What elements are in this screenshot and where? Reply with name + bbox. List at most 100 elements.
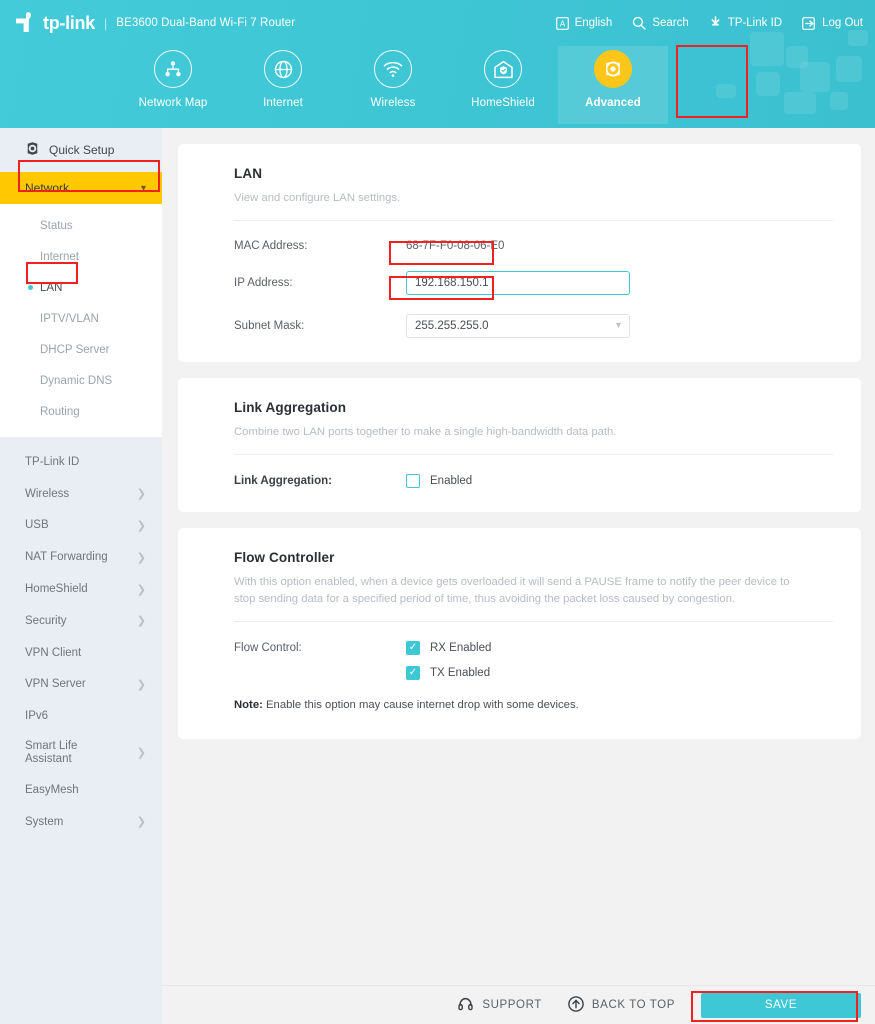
search-button[interactable]: Search <box>632 16 689 30</box>
chevron-right-icon: ❯ <box>136 551 146 564</box>
sidebar-item-dynamic-dns[interactable]: Dynamic DNS <box>0 365 162 396</box>
sidebar-item-dynamic-dns-label: Dynamic DNS <box>40 374 113 387</box>
sidebar-item-ipv6-label: IPv6 <box>25 710 49 723</box>
lan-card: LAN View and configure LAN settings. MAC… <box>178 144 861 362</box>
router-model: BE3600 Dual-Band Wi-Fi 7 Router <box>116 17 296 29</box>
homeshield-icon <box>484 50 522 88</box>
logout-button[interactable]: Log Out <box>802 16 863 30</box>
link-aggregation-checkbox[interactable] <box>406 473 420 488</box>
tab-homeshield[interactable]: HomeShield <box>448 46 558 109</box>
flow-controller-note: Note: Enable this option may cause inter… <box>234 699 833 711</box>
sidebar-item-iptv-vlan-label: IPTV/VLAN <box>40 312 99 325</box>
support-button[interactable]: SUPPORT <box>457 996 542 1015</box>
flow-controller-title: Flow Controller <box>234 549 335 565</box>
link-aggregation-title: Link Aggregation <box>234 399 347 415</box>
mac-address-label: MAC Address: <box>234 239 308 252</box>
subnet-mask-select[interactable]: 255.255.255.0 ▾ <box>406 313 630 338</box>
tab-advanced-label: Advanced <box>585 97 641 109</box>
sidebar-item-lan-label: LAN <box>40 281 63 294</box>
sidebar-group-network: Network ▾ Status Internet LAN IPTV/VLAN … <box>0 172 162 437</box>
link-aggregation-checkbox-label: Enabled <box>430 474 473 487</box>
chevron-right-icon: ❯ <box>136 488 146 501</box>
sidebar-item-security[interactable]: Security ❯ <box>0 605 162 637</box>
check-icon: ✓ <box>408 641 418 653</box>
tab-network-map[interactable]: Network Map <box>118 46 228 109</box>
chevron-right-icon: ❯ <box>136 678 146 691</box>
sidebar-subitems-network: Status Internet LAN IPTV/VLAN DHCP Serve… <box>0 204 162 437</box>
svg-text:A: A <box>559 19 565 28</box>
link-aggregation-row: Link Aggregation: Enabled <box>234 473 833 488</box>
back-to-top-button[interactable]: BACK TO TOP <box>568 995 675 1015</box>
tab-wireless[interactable]: Wireless <box>338 46 448 109</box>
sidebar-item-vpn-client[interactable]: VPN Client <box>0 637 162 669</box>
lan-card-description: View and configure LAN settings. <box>234 192 401 204</box>
chevron-right-icon: ❯ <box>136 816 146 829</box>
divider <box>234 453 833 455</box>
back-to-top-label: BACK TO TOP <box>591 999 675 1011</box>
sidebar-item-nat-forwarding[interactable]: NAT Forwarding ❯ <box>0 541 162 573</box>
save-button[interactable]: SAVE <box>701 992 861 1018</box>
tab-internet-label: Internet <box>263 97 303 109</box>
sidebar-item-smart-life-assistant[interactable]: Smart Life Assistant ❯ <box>0 732 162 774</box>
subnet-mask-label: Subnet Mask: <box>234 319 305 332</box>
subnet-mask-value: 255.255.255.0 <box>415 319 489 332</box>
flow-control-row: Flow Control: ✓ RX Enabled ✓ TX Enabled <box>234 640 833 680</box>
sidebar-item-internet-label: Internet <box>40 250 79 263</box>
sidebar-item-homeshield[interactable]: HomeShield ❯ <box>0 573 162 605</box>
tplink-id-button[interactable]: TP-Link ID <box>709 16 782 30</box>
sidebar-item-ipv6[interactable]: IPv6 <box>0 700 162 732</box>
language-label: English <box>574 17 613 29</box>
gear-icon <box>594 50 632 88</box>
selected-dot-icon <box>28 285 33 290</box>
tx-enabled-checkbox[interactable]: ✓ <box>406 665 420 680</box>
search-icon <box>632 16 647 30</box>
sidebar-item-status-label: Status <box>40 219 73 232</box>
sidebar-item-tplink-id[interactable]: TP-Link ID <box>0 446 162 478</box>
tplink-logo[interactable]: tp-link <box>14 11 95 35</box>
network-map-icon <box>154 50 192 88</box>
page-footer: SUPPORT BACK TO TOP SAVE <box>162 985 875 1024</box>
tplink-logo-mark <box>14 11 40 35</box>
tplink-id-label: TP-Link ID <box>727 17 783 29</box>
sidebar-item-wireless-label: Wireless <box>25 487 70 500</box>
brand-name: tp-link <box>43 12 95 33</box>
sidebar-item-vpn-server[interactable]: VPN Server ❯ <box>0 669 162 701</box>
router-admin-page: tp-link | BE3600 Dual-Band Wi-Fi 7 Route… <box>0 0 875 1024</box>
sidebar: Quick Setup Network ▾ Status Internet LA… <box>0 128 162 1024</box>
sidebar-item-vpn-server-label: VPN Server <box>25 678 86 691</box>
sidebar-item-routing-label: Routing <box>40 405 80 418</box>
tab-internet[interactable]: Internet <box>228 46 338 109</box>
tab-network-map-label: Network Map <box>138 97 208 109</box>
arrow-up-icon <box>568 995 584 1015</box>
quick-setup-icon <box>25 141 40 159</box>
sidebar-item-easymesh[interactable]: EasyMesh <box>0 774 162 806</box>
tab-wireless-label: Wireless <box>370 97 416 109</box>
rx-enabled-checkbox[interactable]: ✓ <box>406 640 420 655</box>
tx-enabled-label: TX Enabled <box>430 666 491 679</box>
sidebar-item-usb[interactable]: USB ❯ <box>0 510 162 542</box>
search-label: Search <box>652 17 689 29</box>
ip-address-input[interactable]: 192.168.150.1 <box>406 270 630 295</box>
sidebar-item-system[interactable]: System ❯ <box>0 806 162 838</box>
logout-icon <box>802 16 816 30</box>
sidebar-item-wireless[interactable]: Wireless ❯ <box>0 478 162 510</box>
flow-controller-card: Flow Controller With this option enabled… <box>178 527 861 739</box>
main-content: LAN View and configure LAN settings. MAC… <box>162 128 875 1024</box>
sidebar-item-status[interactable]: Status <box>0 210 162 241</box>
language-selector[interactable]: A English <box>555 16 613 30</box>
sidebar-item-quick-setup[interactable]: Quick Setup <box>0 128 162 172</box>
chevron-right-icon: ❯ <box>136 519 146 532</box>
tab-advanced[interactable]: Advanced <box>558 46 668 124</box>
brand-row: tp-link | BE3600 Dual-Band Wi-Fi 7 Route… <box>0 0 875 46</box>
sidebar-item-easymesh-label: EasyMesh <box>25 784 79 797</box>
lan-card-title: LAN <box>234 166 263 181</box>
save-label: SAVE <box>764 999 798 1011</box>
sidebar-item-internet[interactable]: Internet <box>0 241 162 272</box>
sidebar-item-network[interactable]: Network ▾ <box>0 172 162 204</box>
sidebar-item-dhcp-server[interactable]: DHCP Server <box>0 334 162 365</box>
sidebar-item-lan[interactable]: LAN <box>0 272 162 303</box>
sidebar-item-routing[interactable]: Routing <box>0 396 162 427</box>
sidebar-item-iptv-vlan[interactable]: IPTV/VLAN <box>0 303 162 334</box>
language-icon: A <box>555 16 569 30</box>
